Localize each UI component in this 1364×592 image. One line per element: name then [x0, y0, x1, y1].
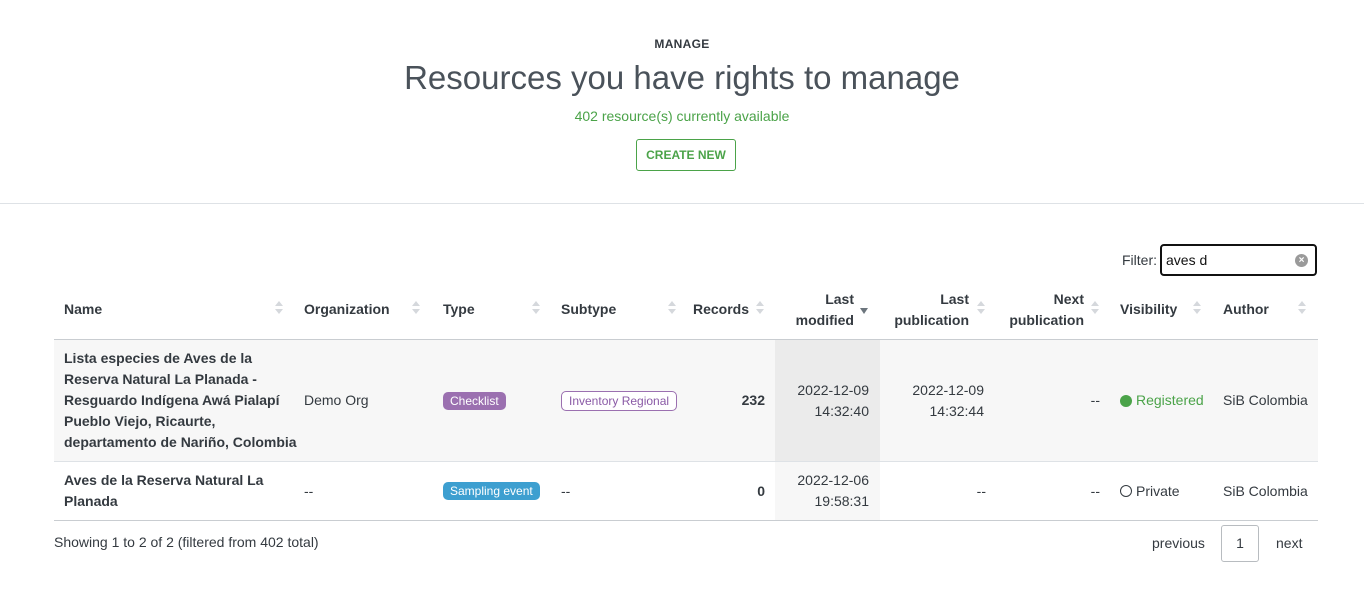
- type-cell: Checklist: [443, 340, 553, 461]
- sort-icon: [1298, 300, 1306, 316]
- page-1-button[interactable]: 1: [1221, 525, 1259, 562]
- sort-icon: [1091, 300, 1099, 316]
- last-modified: 2022-12-09 14:32:40: [797, 381, 869, 419]
- column-header-records[interactable]: Records: [684, 279, 749, 340]
- last-modified: 2022-12-06 19:58:31: [797, 472, 869, 509]
- organization: --: [304, 482, 314, 499]
- next-page-button[interactable]: next: [1276, 535, 1302, 551]
- resource-name[interactable]: Lista especies de Aves de la Reserva Nat…: [64, 340, 299, 461]
- table-row[interactable]: Lista especies de Aves de la Reserva Nat…: [54, 340, 1318, 462]
- column-header-organization[interactable]: Organization: [304, 279, 414, 340]
- private-circle-icon: [1120, 485, 1132, 497]
- column-header-last-modified[interactable]: Last modified: [775, 279, 854, 340]
- next-publication: --: [1090, 482, 1100, 499]
- visibility: Private: [1120, 462, 1220, 520]
- sort-icon: [532, 300, 540, 316]
- sort-icon: [756, 300, 764, 316]
- visibility: Registered: [1120, 340, 1220, 461]
- records-count: 0: [757, 482, 765, 499]
- sort-icon: [412, 300, 420, 316]
- sort-icon: [275, 300, 283, 316]
- last-publication: 2022-12-09 14:32:44: [912, 381, 984, 419]
- resource-name[interactable]: Aves de la Reserva Natural La Planada: [64, 462, 299, 520]
- table-row[interactable]: Aves de la Reserva Natural La Planada --…: [54, 462, 1318, 521]
- page-title: Resources you have rights to manage: [404, 59, 960, 96]
- type-cell: Sampling event: [443, 462, 553, 520]
- next-publication: --: [1090, 392, 1100, 408]
- previous-page-button[interactable]: previous: [1152, 535, 1205, 551]
- column-header-last-publication[interactable]: Last publication: [880, 279, 969, 340]
- organization: Demo Org: [304, 392, 369, 408]
- filter-input[interactable]: [1166, 251, 1288, 269]
- column-header-visibility[interactable]: Visibility: [1120, 279, 1200, 340]
- table-header: Name Organization Type Subtype Records L…: [54, 279, 1318, 340]
- filter-label: Filter:: [1122, 252, 1157, 268]
- table-info: Showing 1 to 2 of 2 (filtered from 402 t…: [54, 534, 319, 550]
- page-eyebrow: MANAGE: [654, 37, 710, 51]
- subtype-cell: Inventory Regional: [561, 340, 686, 461]
- column-header-next-publication[interactable]: Next publication: [994, 279, 1084, 340]
- records-count: 232: [741, 392, 765, 408]
- column-header-author[interactable]: Author: [1223, 279, 1303, 340]
- column-header-type[interactable]: Type: [443, 279, 533, 340]
- resource-count: 402 resource(s) currently available: [574, 108, 790, 124]
- last-publication: --: [976, 482, 986, 499]
- type-badge: Checklist: [443, 391, 506, 410]
- sort-icon: [668, 300, 676, 316]
- page-header: MANAGE Resources you have rights to mana…: [0, 0, 1364, 204]
- subtype: --: [561, 482, 571, 499]
- sort-desc-icon: [860, 300, 868, 316]
- type-badge: Sampling event: [443, 482, 540, 500]
- column-header-subtype[interactable]: Subtype: [561, 279, 661, 340]
- create-new-button[interactable]: CREATE NEW: [636, 139, 736, 171]
- author: SiB Colombia: [1223, 392, 1308, 408]
- subtype-badge: Inventory Regional: [561, 390, 678, 411]
- clear-icon[interactable]: ×: [1295, 254, 1308, 267]
- author: SiB Colombia: [1223, 482, 1308, 499]
- registered-dot-icon: [1120, 394, 1132, 407]
- sort-icon: [977, 300, 985, 316]
- sort-icon: [1193, 300, 1201, 316]
- filter-field[interactable]: ×: [1160, 244, 1317, 276]
- column-header-name[interactable]: Name: [64, 279, 284, 340]
